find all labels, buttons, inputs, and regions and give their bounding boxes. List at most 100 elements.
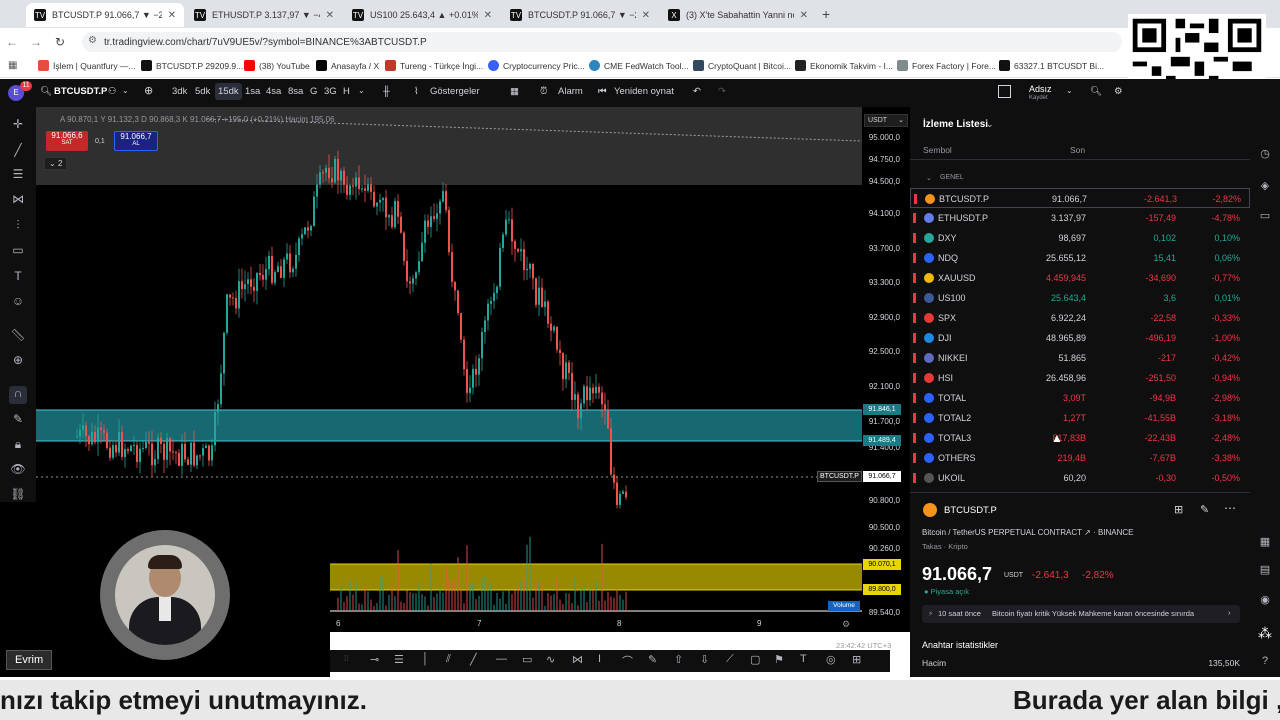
- edit-icon[interactable]: ✎: [1200, 503, 1209, 516]
- flag-marker[interactable]: [914, 194, 917, 204]
- bookmark-5[interactable]: Tureng - Türkçe İngi...: [385, 60, 483, 71]
- interval-h[interactable]: H: [343, 86, 350, 97]
- reload-icon[interactable]: ↻: [48, 35, 72, 49]
- flag-marker[interactable]: [913, 453, 916, 463]
- interval-3g[interactable]: 3G: [324, 86, 337, 97]
- watchlist-row[interactable]: OTHERS 219,4B -7,67B -3,38%: [910, 448, 1250, 468]
- watchlist-row[interactable]: BTCUSDT.P 91.066,7 -2.641,3 -2,82%: [910, 188, 1250, 208]
- magnet-icon[interactable]: ∩: [9, 386, 27, 404]
- curve-icon[interactable]: ⌒: [622, 653, 633, 669]
- sell-button[interactable]: 91.066,6 SAT: [46, 131, 88, 151]
- screenshot-icon[interactable]: ⊞: [852, 653, 861, 666]
- layouts-icon[interactable]: ▦: [510, 86, 519, 97]
- bookmark-10[interactable]: Forex Factory | Fore...: [897, 60, 996, 71]
- close-icon[interactable]: ✕: [484, 10, 492, 21]
- chevron-down-icon[interactable]: ⌄: [1066, 86, 1073, 95]
- new-tab-button[interactable]: +: [822, 6, 830, 22]
- candle-type-icon[interactable]: ╫: [383, 86, 390, 97]
- bookmark-7[interactable]: CME FedWatch Tool...: [589, 60, 689, 71]
- text-cursor-icon[interactable]: I: [598, 653, 601, 665]
- watchlist-row[interactable]: ETHUSDT.P 3.137,97 -157,49 -4,78%: [910, 208, 1250, 228]
- trend-line-icon[interactable]: ╱: [9, 143, 27, 161]
- parallel-channel-icon[interactable]: ⫽: [446, 653, 451, 666]
- clock-icon[interactable]: ◷: [1257, 147, 1273, 163]
- interval-3dk[interactable]: 3dk: [172, 86, 187, 97]
- watchlist-row[interactable]: TOTAL 3,09T -94,9B -2,98%: [910, 388, 1250, 408]
- buy-button[interactable]: 91.066,7 AL: [114, 131, 158, 151]
- callout-icon[interactable]: ▢: [750, 653, 760, 666]
- indicator-collapse-toggle[interactable]: ⌄ 2: [44, 157, 68, 170]
- flag-marker[interactable]: [913, 353, 916, 363]
- forward-icon[interactable]: →: [24, 35, 48, 49]
- browser-tab-2[interactable]: TV ETHUSDT.P 3.137,97 ▼ −4.78% ✕: [186, 3, 342, 27]
- alarm-button[interactable]: Alarm: [558, 86, 583, 97]
- replay-icon[interactable]: ⏮︎: [598, 86, 607, 97]
- flag-marker[interactable]: [913, 373, 916, 383]
- search-icon[interactable]: 🔍︎: [40, 86, 52, 97]
- pen-icon[interactable]: ✎: [648, 653, 657, 666]
- watchlist-group-label[interactable]: GENEL: [940, 174, 964, 181]
- crosshair-icon[interactable]: ✛: [9, 117, 27, 135]
- watchlist-row[interactable]: HSI 26.458,96 -251,50 -0,94%: [910, 368, 1250, 388]
- watchlist-row[interactable]: NIKKEI 51.865 -217 -0,42%: [910, 348, 1250, 368]
- undo-icon[interactable]: ↶: [693, 86, 701, 97]
- fib-retracement-icon[interactable]: ☰: [9, 167, 27, 185]
- ruler-icon[interactable]: 📏︎: [9, 328, 27, 346]
- chart-settings-icon[interactable]: ⚙: [842, 619, 850, 630]
- flag-marker[interactable]: [913, 293, 916, 303]
- column-header-symbol[interactable]: Sembol: [923, 145, 952, 155]
- close-icon[interactable]: ✕: [800, 10, 808, 21]
- external-link-icon[interactable]: ↗: [1084, 528, 1091, 537]
- bookmark-1[interactable]: İşlem | Quantfury —...: [38, 60, 136, 71]
- path-icon[interactable]: ∿: [546, 653, 555, 666]
- browser-tab-5[interactable]: X (3) X'te Sabahattin Yanni nokta ✕: [660, 3, 816, 27]
- news-banner[interactable]: ⚡ 10 saat önce Bitcoin fiyatı kritik Yük…: [922, 605, 1240, 623]
- indicators-icon[interactable]: ⌇: [414, 86, 419, 97]
- quick-search-icon[interactable]: 🔍︎: [1090, 86, 1102, 97]
- indicators-button[interactable]: Göstergeler: [430, 86, 480, 97]
- browser-tab-4[interactable]: TV BTCUSDT.P 91.066,7 ▼ −2.82% ✕: [502, 3, 658, 27]
- browser-tab-3[interactable]: TV US100 25.643,4 ▲ +0.01% Adsı ✕: [344, 3, 500, 27]
- text-icon[interactable]: T: [9, 269, 27, 287]
- chat-icon[interactable]: ▭: [1257, 209, 1273, 225]
- flag-marker[interactable]: [913, 253, 916, 263]
- watchlist-row[interactable]: TOTAL3 817,83B -22,43B -2,48%: [910, 428, 1250, 448]
- flag-marker[interactable]: [913, 393, 916, 403]
- calendar-icon[interactable]: ▦: [1257, 535, 1273, 551]
- interval-5dk[interactable]: 5dk: [195, 86, 210, 97]
- apps-grid-icon[interactable]: ▦: [8, 60, 17, 71]
- notifications-icon[interactable]: ◉: [1257, 593, 1273, 609]
- chevron-down-icon[interactable]: ⌄: [122, 86, 129, 95]
- interval-8sa[interactable]: 8sa: [288, 86, 303, 97]
- interval-15dk[interactable]: 15dk: [215, 83, 242, 100]
- watchlist-row[interactable]: XAUUSD 4.459,945 -34,690 -0,77%: [910, 268, 1250, 288]
- flag-marker[interactable]: [913, 273, 916, 283]
- price-axis[interactable]: USDT ⌄ 95.000,0 94.750,0 94.500,0 94.100…: [828, 107, 910, 650]
- fullscreen-icon[interactable]: [998, 85, 1011, 98]
- text-icon[interactable]: T: [800, 653, 807, 665]
- emoji-icon[interactable]: ☺: [9, 294, 27, 312]
- detail-symbol[interactable]: BTCUSDT.P: [944, 505, 997, 516]
- watchlist-title[interactable]: İzleme Listesi: [923, 119, 988, 130]
- prediction-icon[interactable]: ⫶: [9, 218, 27, 236]
- close-icon[interactable]: ✕: [326, 10, 334, 21]
- flag-marker[interactable]: [913, 413, 916, 423]
- bookmark-8[interactable]: CryptoQuant | Bitcoi...: [693, 60, 791, 71]
- flag-marker[interactable]: [913, 233, 916, 243]
- help-icon[interactable]: ?: [1257, 655, 1273, 671]
- horizontal-line-icon[interactable]: —: [496, 653, 507, 665]
- watchlist-row[interactable]: UKOIL 60,20 -0,30 -0,50%: [910, 468, 1250, 488]
- watchlist-row[interactable]: TOTAL2 1,27T -41,55B -3,18%: [910, 408, 1250, 428]
- watchlist-row[interactable]: US100 25.643,4 3,6 0,01%: [910, 288, 1250, 308]
- chevron-down-icon[interactable]: ⌄: [986, 119, 994, 130]
- rectangle-icon[interactable]: ▭: [522, 653, 532, 666]
- brush-icon[interactable]: ⟋: [726, 653, 734, 666]
- layout-grid-icon[interactable]: ⊞: [1174, 503, 1183, 516]
- replay-button[interactable]: Yeniden oynat: [614, 86, 674, 97]
- bookmark-6[interactable]: Cryptocurrency Pric...: [488, 60, 585, 71]
- more-options-icon[interactable]: ⋯: [1224, 501, 1236, 515]
- compare-icon[interactable]: ⚇: [108, 86, 117, 97]
- flag-marker[interactable]: [913, 313, 916, 323]
- bookmark-4[interactable]: Anasayfa / X: [316, 60, 379, 71]
- flag-icon[interactable]: ⚑: [774, 653, 784, 666]
